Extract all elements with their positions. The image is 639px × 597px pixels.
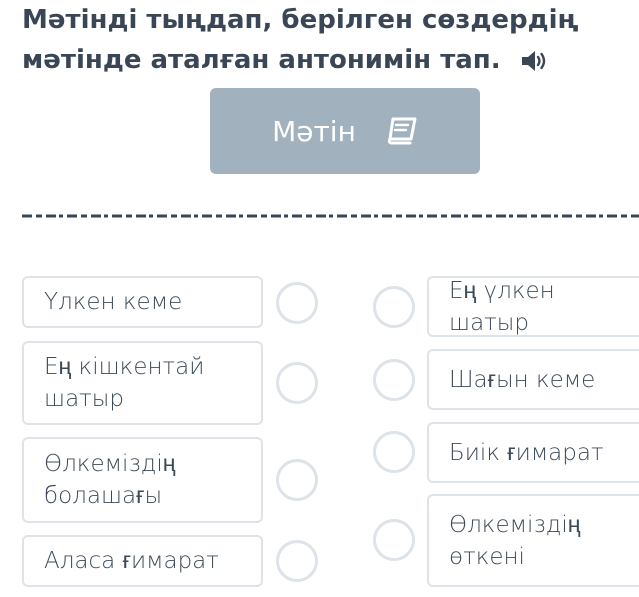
text-button[interactable]: Мәтін (210, 88, 480, 174)
right-match-radio-3[interactable] (373, 431, 415, 473)
right-card-2-text: Шағын кеме (449, 366, 596, 393)
right-card-1[interactable]: Ең үлкен шатыр (427, 276, 639, 337)
right-card-2[interactable]: Шағын кеме (427, 349, 639, 410)
right-card-3[interactable]: Биік ғимарат (427, 422, 639, 483)
right-card-1-text: Ең үлкен шатыр (449, 277, 555, 336)
left-match-radio-3[interactable] (276, 459, 318, 501)
right-match-radio-4[interactable] (373, 519, 415, 561)
right-match-radio-2[interactable] (373, 359, 415, 401)
left-match-radio-1[interactable] (276, 282, 318, 324)
question-line-2-text: мәтінде аталған антонимін тап. (22, 45, 501, 75)
left-card-3-text: Өлкеміздің болашағы (44, 451, 176, 509)
speaker-icon[interactable] (519, 48, 549, 74)
right-card-4-text: Өлкеміздің өткені (449, 511, 581, 570)
left-card-1[interactable]: Үлкен кеме (22, 276, 263, 328)
left-match-radio-2[interactable] (276, 362, 318, 404)
left-card-2-text: Ең кішкентай шатыр (44, 354, 205, 412)
text-button-label: Мәтін (272, 114, 356, 148)
left-card-2[interactable]: Ең кішкентай шатыр (22, 341, 263, 425)
right-card-3-text: Биік ғимарат (449, 439, 604, 466)
left-card-3[interactable]: Өлкеміздің болашағы (22, 437, 263, 523)
left-card-4[interactable]: Аласа ғимарат (22, 535, 263, 587)
text-placeholder-divider (22, 214, 639, 218)
right-card-4[interactable]: Өлкеміздің өткені (427, 494, 639, 587)
right-match-radio-1[interactable] (373, 286, 415, 328)
question-line-2: мәтінде аталған антонимін тап. (22, 40, 632, 80)
left-match-radio-4[interactable] (276, 540, 318, 582)
question-line-1: Мәтінді тыңдап, берілген сөздердің (22, 5, 579, 35)
question-title: Мәтінді тыңдап, берілген сөздердің мәтін… (22, 0, 632, 80)
book-icon (387, 117, 417, 145)
left-card-1-text: Үлкен кеме (44, 289, 183, 315)
left-card-4-text: Аласа ғимарат (44, 548, 219, 574)
